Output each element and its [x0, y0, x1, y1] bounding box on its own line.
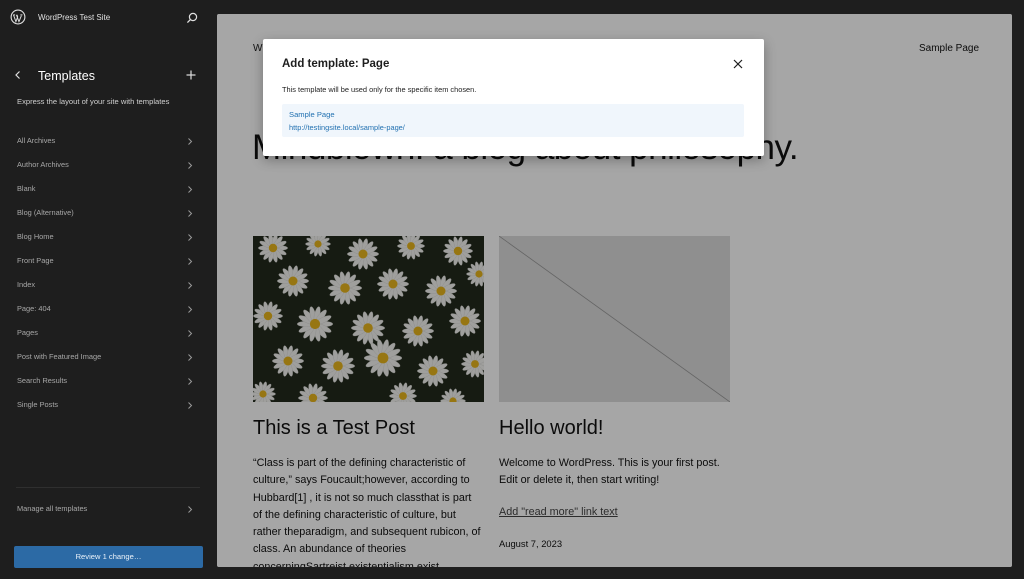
chevron-right-icon — [188, 210, 193, 217]
template-item-label: Pages — [17, 328, 38, 337]
template-item-pages[interactable]: Pages — [0, 322, 216, 346]
template-item-page-404[interactable]: Page: 404 — [0, 298, 216, 322]
sidebar-divider — [16, 487, 200, 488]
chevron-right-icon — [188, 162, 193, 169]
chevron-right-icon — [188, 506, 193, 513]
template-item-index[interactable]: Index — [0, 274, 216, 298]
modal-title: Add template: Page — [282, 58, 390, 70]
template-item-label: Single Posts — [17, 400, 59, 409]
chevron-right-icon — [188, 234, 193, 241]
template-item-blog-alternative[interactable]: Blog (Alternative) — [0, 202, 216, 226]
chevron-right-icon — [188, 282, 193, 289]
site-title[interactable]: WordPress Test Site — [38, 13, 110, 22]
chevron-right-icon — [188, 138, 193, 145]
template-item-label: Blank — [17, 184, 36, 193]
template-item-label: Blog (Alternative) — [17, 208, 74, 217]
site-hub: WordPress Test Site — [0, 0, 216, 36]
wordpress-logo-icon[interactable] — [10, 9, 26, 25]
template-item-blank[interactable]: Blank — [0, 178, 216, 202]
template-item-label: Post with Featured Image — [17, 352, 102, 361]
modal-description: This template will be used only for the … — [282, 85, 477, 94]
template-item-label: Search Results — [17, 376, 68, 385]
chevron-left-icon[interactable] — [12, 69, 24, 81]
suggestion-url: http://testingsite.local/sample-page/ — [289, 123, 405, 132]
template-item-label: Blog Home — [17, 232, 54, 241]
template-item-blog-home[interactable]: Blog Home — [0, 226, 216, 250]
chevron-right-icon — [188, 378, 193, 385]
template-item-author-archives[interactable]: Author Archives — [0, 154, 216, 178]
close-icon[interactable] — [732, 58, 744, 70]
chevron-right-icon — [188, 330, 193, 337]
chevron-right-icon — [188, 354, 193, 361]
template-item-search-results[interactable]: Search Results — [0, 370, 216, 394]
chevron-right-icon — [188, 402, 193, 409]
templates-description: Express the layout of your site with tem… — [17, 97, 170, 106]
template-item-label: Front Page — [17, 256, 54, 265]
suggestion-title: Sample Page — [289, 110, 335, 119]
template-item-label: Author Archives — [17, 160, 69, 169]
manage-all-templates-label: Manage all templates — [17, 504, 88, 513]
page-title: Templates — [38, 69, 95, 83]
template-item-label: Page: 404 — [17, 304, 51, 313]
template-item-post-with-featured-image[interactable]: Post with Featured Image — [0, 346, 216, 370]
chevron-right-icon — [188, 306, 193, 313]
suggestion-item-sample-page[interactable]: Sample Page http://testingsite.local/sam… — [282, 104, 744, 137]
template-item-single-posts[interactable]: Single Posts — [0, 394, 216, 418]
chevron-right-icon — [188, 258, 193, 265]
manage-all-templates-link[interactable]: Manage all templates — [0, 498, 216, 520]
sidebar: WordPress Test Site Templates Express th… — [0, 0, 216, 579]
template-list: All Archives Author Archives Blank Blog … — [0, 130, 216, 418]
add-template-modal: Add template: Page This template will be… — [263, 39, 764, 156]
navigation-header: Templates — [0, 64, 216, 88]
chevron-right-icon — [188, 186, 193, 193]
template-item-front-page[interactable]: Front Page — [0, 250, 216, 274]
review-changes-button[interactable]: Review 1 change… — [14, 546, 203, 568]
search-icon[interactable] — [185, 11, 199, 25]
plus-icon[interactable] — [184, 68, 198, 82]
template-item-label: All Archives — [17, 136, 56, 145]
template-item-label: Index — [17, 280, 36, 289]
template-item-all-archives[interactable]: All Archives — [0, 130, 216, 154]
